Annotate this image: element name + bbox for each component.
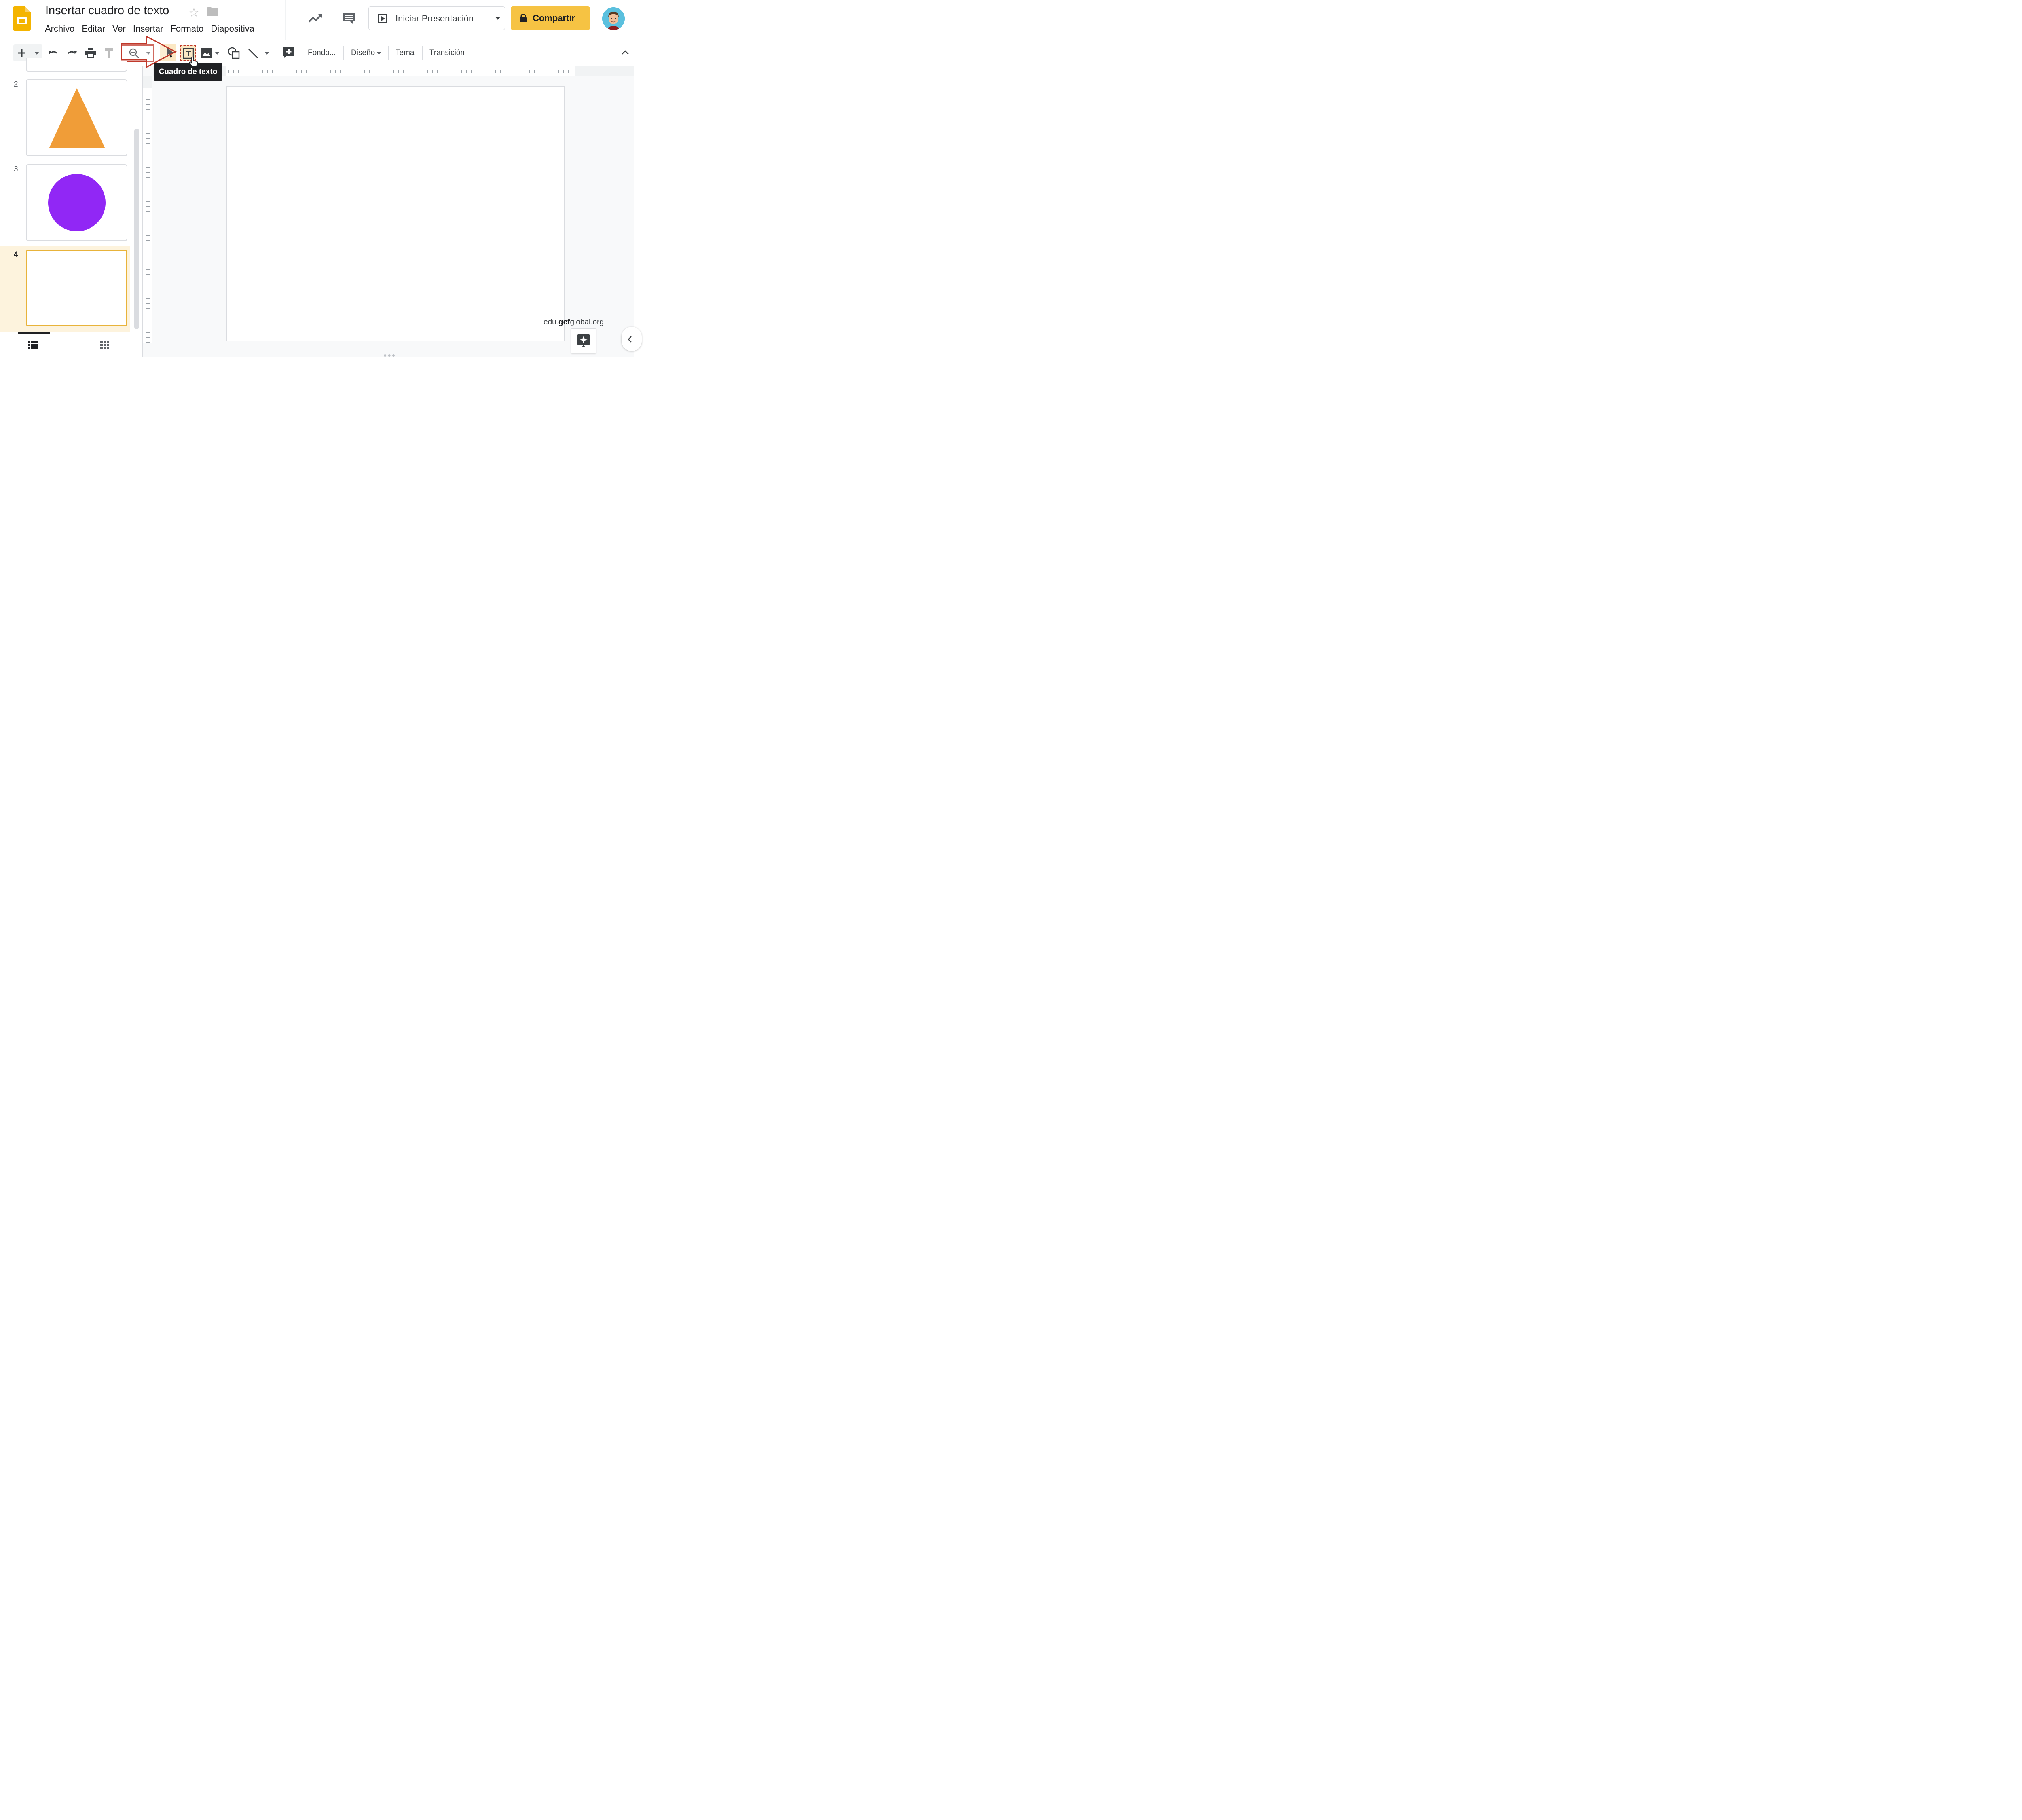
slide-thumbnail-2[interactable]	[26, 79, 127, 156]
star-icon[interactable]: ☆	[188, 6, 199, 20]
slide-thumbnail-4[interactable]	[26, 250, 127, 326]
start-presentation-button[interactable]: Iniciar Presentación	[368, 6, 505, 30]
menu-diapositiva[interactable]: Diapositiva	[207, 23, 258, 34]
share-label: Compartir	[533, 13, 575, 23]
paint-format-icon[interactable]	[105, 48, 114, 58]
present-dropdown-icon[interactable]	[495, 17, 501, 20]
explore-button[interactable]	[571, 328, 596, 353]
menu-ver[interactable]: Ver	[109, 23, 129, 34]
print-icon[interactable]	[85, 48, 96, 58]
line-icon[interactable]	[247, 48, 259, 59]
image-dropdown-icon[interactable]	[215, 52, 220, 55]
collapse-toolbar-icon[interactable]	[621, 50, 629, 55]
image-icon[interactable]	[201, 48, 212, 58]
lock-icon	[520, 14, 527, 22]
app-header: Insertar cuadro de texto ☆ Archivo Edita…	[0, 0, 634, 40]
resize-handle[interactable]: ●●●	[383, 352, 396, 358]
menu-editar[interactable]: Editar	[78, 23, 108, 34]
toolbar-separator	[343, 46, 344, 60]
line-dropdown-icon[interactable]	[264, 52, 269, 55]
vertical-ruler[interactable]	[143, 76, 152, 343]
ruler-ticks	[143, 88, 152, 343]
chevron-left-icon	[628, 336, 632, 343]
slide-number: 2	[14, 80, 18, 89]
tooltip: Cuadro de texto	[154, 63, 222, 81]
add-comment-icon[interactable]	[283, 47, 294, 58]
slide-thumbnail-1-partial[interactable]	[26, 58, 127, 72]
present-label: Iniciar Presentación	[396, 13, 474, 23]
editor-canvas-area	[143, 66, 634, 357]
document-title[interactable]: Insertar cuadro de texto	[45, 4, 169, 17]
grid-view-icon[interactable]	[100, 341, 110, 349]
present-icon	[378, 14, 387, 23]
redo-icon[interactable]	[66, 49, 78, 57]
watermark: edu.gcfglobal.org	[544, 318, 604, 326]
activity-trend-icon[interactable]	[307, 11, 324, 25]
shape-icon[interactable]	[228, 47, 240, 59]
folder-icon[interactable]	[207, 7, 218, 16]
horizontal-ruler[interactable]	[153, 66, 634, 76]
menu-bar: Archivo Editar Ver Insertar Formato Diap…	[41, 23, 258, 34]
circle-shape	[48, 174, 106, 231]
slide-canvas[interactable]	[226, 86, 565, 341]
layout-button[interactable]: Diseño	[351, 49, 375, 57]
slide-number: 3	[14, 165, 18, 174]
plus-icon[interactable]	[18, 49, 25, 57]
background-button[interactable]: Fondo...	[308, 49, 336, 57]
share-button[interactable]: Compartir	[511, 6, 590, 30]
filmstrip-view-icon[interactable]	[28, 341, 38, 349]
menu-insertar[interactable]: Insertar	[129, 23, 167, 34]
slide-filmstrip: 2 3 4	[0, 58, 143, 357]
transition-button[interactable]: Transición	[429, 49, 465, 57]
filmstrip-scrollbar[interactable]	[134, 129, 139, 329]
layout-dropdown-icon[interactable]	[376, 52, 381, 55]
slides-logo-icon[interactable]	[13, 6, 31, 31]
header-divider	[285, 0, 286, 40]
avatar-portrait-icon	[602, 7, 625, 30]
hand-cursor-icon	[189, 57, 198, 67]
triangle-shape	[49, 88, 105, 148]
undo-icon[interactable]	[48, 49, 59, 57]
user-avatar[interactable]	[602, 7, 625, 30]
toolbar-separator	[422, 46, 423, 60]
side-panel-toggle[interactable]	[622, 327, 642, 351]
explore-icon	[577, 334, 590, 347]
ruler-ticks	[226, 66, 575, 76]
view-switcher	[0, 332, 142, 357]
slide-thumbnail-3[interactable]	[26, 164, 127, 241]
menu-formato[interactable]: Formato	[167, 23, 207, 34]
menu-archivo[interactable]: Archivo	[41, 23, 78, 34]
toolbar-separator	[388, 46, 389, 60]
slide-number: 4	[14, 250, 18, 259]
theme-button[interactable]: Tema	[396, 49, 414, 57]
new-slide-dropdown-icon[interactable]	[34, 52, 39, 55]
comment-icon[interactable]	[341, 11, 356, 26]
active-view-indicator	[18, 332, 50, 334]
